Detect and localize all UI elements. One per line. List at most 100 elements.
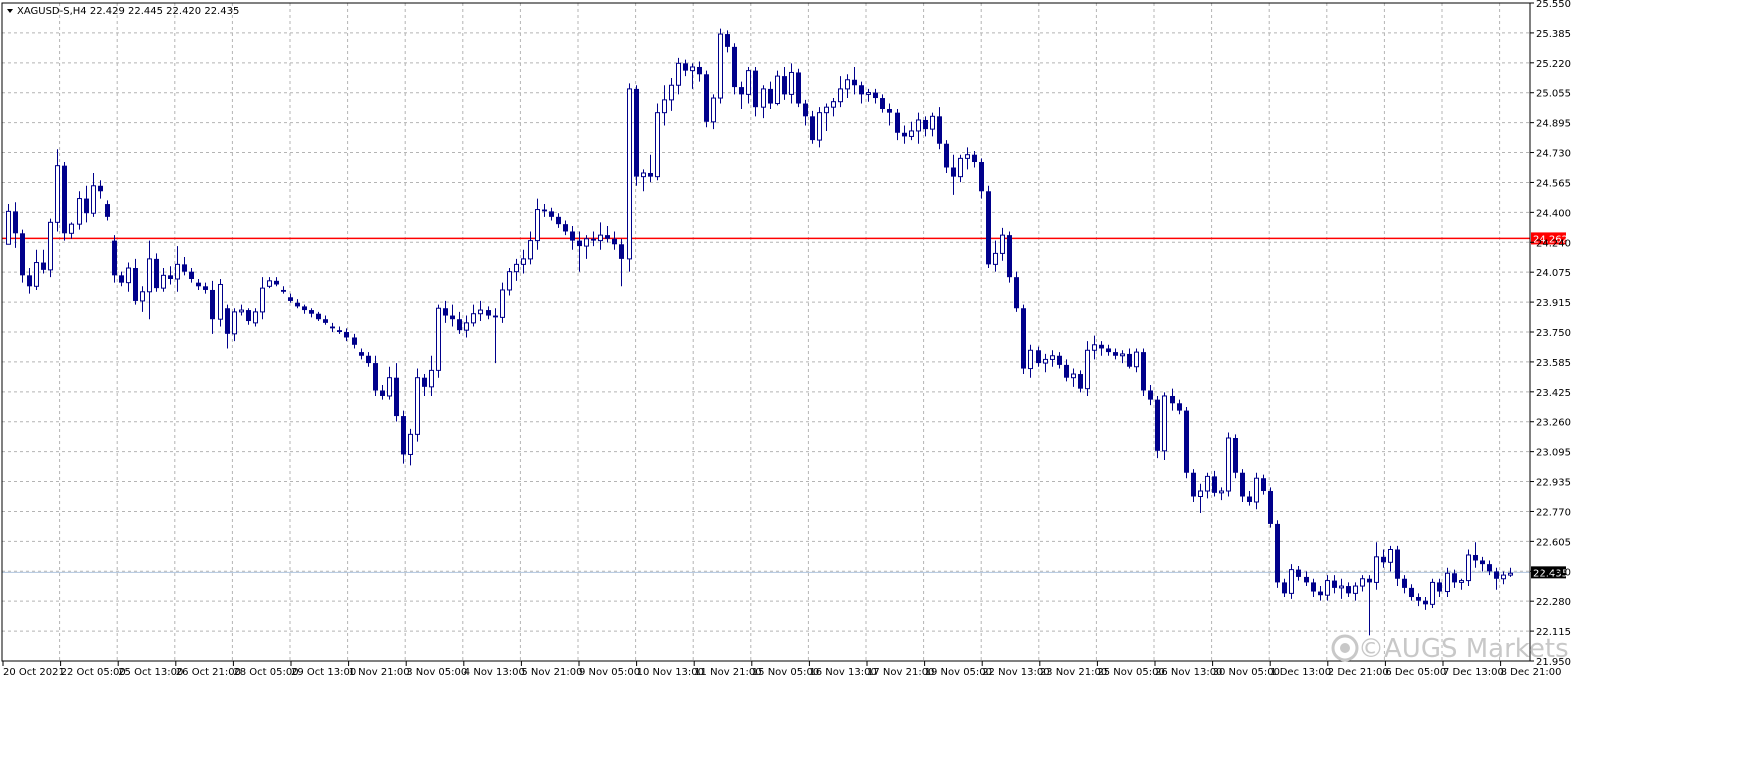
candle-body-bear: [323, 319, 328, 323]
candle-body-bear: [168, 275, 173, 279]
watermark-group: ©AUGS Markets: [1331, 634, 1569, 664]
candle: [443, 300, 448, 323]
candle: [704, 70, 709, 128]
y-tick-label: 22.280: [1536, 597, 1571, 608]
candle-body-bull: [48, 221, 53, 271]
x-tick-label: 25 Oct 13:00: [118, 667, 183, 678]
candle-body-bear: [154, 258, 159, 289]
candle-body-bull: [521, 258, 526, 265]
candle-body-bear: [210, 289, 215, 320]
candle-body-bull: [1289, 569, 1294, 594]
candle: [979, 158, 984, 199]
candle: [584, 235, 589, 259]
candle-body-bear: [1416, 597, 1421, 601]
candle-body-bear: [895, 112, 900, 133]
candle-body-bear: [697, 66, 702, 75]
candle-body-bull: [1226, 437, 1231, 492]
candle: [859, 81, 864, 104]
candle-body-bull: [761, 88, 766, 108]
candle-body-bull: [662, 99, 667, 114]
candle-body-bear: [1395, 549, 1400, 579]
candle: [13, 202, 18, 248]
candle: [1155, 395, 1160, 459]
candle-body-bull: [718, 33, 723, 99]
candle-body-bull: [253, 311, 258, 324]
candle-body-bull: [478, 309, 483, 315]
candle-body-bear: [972, 154, 977, 163]
candle-body-bear: [803, 103, 808, 117]
candle: [634, 85, 639, 186]
candle: [1162, 392, 1167, 460]
candle-body-bear: [683, 63, 688, 71]
candle-body-bull: [436, 307, 441, 371]
candle-body-bull: [69, 223, 74, 234]
candle-body-bear: [1494, 571, 1499, 579]
candle-body-bull: [1508, 572, 1513, 576]
candle: [48, 218, 53, 278]
candle-body-bull: [528, 240, 533, 260]
candle-body-bear: [1423, 600, 1428, 605]
candle-body-bear: [810, 116, 815, 141]
candle: [753, 66, 758, 117]
candle-body-bear: [1148, 390, 1153, 400]
candle-body-bull: [1043, 358, 1048, 364]
candle: [1078, 370, 1083, 393]
candle: [359, 348, 364, 360]
candle: [852, 66, 857, 95]
candle-body-bear: [556, 216, 561, 225]
candle: [41, 249, 46, 274]
candle: [598, 222, 603, 250]
candle-body-bull: [1085, 349, 1090, 390]
candle-body-bear: [13, 211, 18, 234]
candle: [1367, 575, 1372, 636]
candle: [415, 368, 420, 442]
candle-body-bear: [1473, 554, 1478, 561]
candle-body-bear: [352, 337, 357, 345]
candle: [761, 85, 766, 119]
candle: [168, 266, 173, 285]
candle: [1127, 348, 1132, 369]
y-tick-label: 23.095: [1536, 448, 1571, 459]
candle-body-bear: [1078, 374, 1083, 389]
candle-body-bear: [923, 119, 928, 130]
candle-body-bear: [1480, 560, 1485, 565]
candle: [605, 225, 610, 243]
candle: [161, 268, 166, 292]
candle: [387, 366, 392, 400]
candle-body-bear: [634, 88, 639, 177]
candle-body-bull: [408, 433, 413, 455]
candle: [105, 200, 110, 221]
candle: [1141, 348, 1146, 396]
candle: [203, 282, 208, 294]
candle: [486, 306, 491, 320]
candle: [563, 220, 568, 236]
candle: [1275, 520, 1280, 588]
candle-body-bear: [563, 224, 568, 232]
candle: [330, 322, 335, 332]
candle: [1036, 346, 1041, 367]
x-tick-label: 29 Oct 13:00: [291, 667, 356, 678]
candle: [457, 311, 462, 334]
candle-body-bear: [112, 240, 117, 276]
candle-body-bear: [1233, 438, 1238, 473]
candle-body-bull: [627, 88, 632, 260]
candle-body-bear: [493, 315, 498, 318]
candle-body-bull: [1466, 554, 1471, 582]
candle: [1289, 564, 1294, 599]
candle: [69, 222, 74, 239]
candle-body-bear: [1155, 399, 1160, 451]
y-tick-label: 23.585: [1536, 358, 1571, 369]
candle-body-bear: [859, 85, 864, 95]
x-tick-label: 8 Dec 21:00: [1501, 667, 1562, 678]
candle: [1000, 227, 1005, 261]
candle-body-bull: [6, 210, 11, 245]
candle-body-bear: [880, 98, 885, 110]
candle: [471, 304, 476, 327]
candle: [619, 238, 624, 287]
dropdown-triangle-icon[interactable]: [7, 9, 13, 13]
chart: 24.26222.435 25.550 25.385 25.220 25.055 24.…: [1, 0, 1571, 678]
candle-body-bull: [916, 119, 921, 132]
candle: [84, 185, 89, 223]
candle-body-bull: [845, 79, 850, 90]
candle-body-bull: [415, 377, 420, 435]
